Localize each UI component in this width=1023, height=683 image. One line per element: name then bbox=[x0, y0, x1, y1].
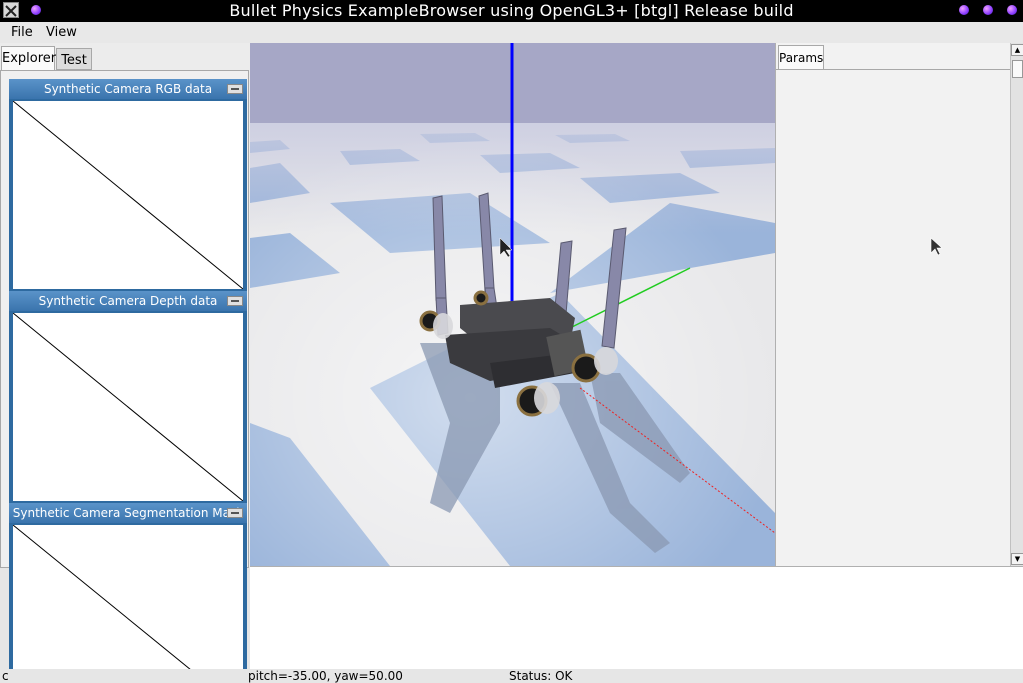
scene-render[interactable] bbox=[250, 43, 775, 566]
3d-viewport[interactable] bbox=[250, 43, 775, 566]
window-title: Bullet Physics ExampleBrowser using Open… bbox=[229, 1, 794, 20]
tab-test[interactable]: Test bbox=[56, 48, 92, 70]
status-bar: c pitch=-35.00, yaw=50.00 Status: OK bbox=[0, 669, 1023, 683]
depth-camera-title[interactable]: Synthetic Camera Depth data bbox=[9, 291, 247, 311]
status-left: c bbox=[2, 669, 9, 683]
console-area[interactable] bbox=[250, 566, 1023, 670]
status-state: Status: OK bbox=[509, 669, 573, 683]
minimize-icon[interactable] bbox=[227, 84, 243, 94]
mouse-cursor-icon bbox=[930, 237, 943, 256]
purple-dot-icon[interactable] bbox=[1007, 5, 1017, 15]
params-panel: Params ▲ ▼ bbox=[775, 43, 1023, 567]
rgb-camera-panel: Synthetic Camera RGB data bbox=[9, 79, 247, 291]
tab-explorer[interactable]: Explorer bbox=[1, 46, 56, 70]
params-scrollbar[interactable]: ▲ ▼ bbox=[1010, 43, 1023, 566]
tab-params[interactable]: Params bbox=[778, 45, 824, 69]
segmentation-camera-title[interactable]: Synthetic Camera Segmentation Mask bbox=[9, 503, 247, 523]
segmentation-camera-canvas bbox=[13, 525, 243, 683]
scroll-down-icon[interactable]: ▼ bbox=[1011, 553, 1023, 565]
status-camera: pitch=-35.00, yaw=50.00 bbox=[248, 669, 403, 683]
menu-view[interactable]: View bbox=[46, 25, 77, 40]
rgb-camera-canvas bbox=[13, 101, 243, 289]
menu-bar: File View bbox=[0, 22, 1023, 44]
menu-file[interactable]: File bbox=[11, 25, 33, 40]
purple-dot-icon[interactable] bbox=[959, 5, 969, 15]
rgb-camera-title[interactable]: Synthetic Camera RGB data bbox=[9, 79, 247, 99]
title-bar: Bullet Physics ExampleBrowser using Open… bbox=[0, 0, 1023, 22]
minimize-icon[interactable] bbox=[227, 296, 243, 306]
scroll-thumb[interactable] bbox=[1012, 60, 1023, 78]
purple-dot-icon[interactable] bbox=[983, 5, 993, 15]
minimize-icon[interactable] bbox=[227, 508, 243, 518]
segmentation-camera-panel: Synthetic Camera Segmentation Mask bbox=[9, 503, 247, 683]
scroll-up-icon[interactable]: ▲ bbox=[1011, 44, 1023, 56]
params-content bbox=[776, 69, 1010, 567]
depth-camera-canvas bbox=[13, 313, 243, 501]
depth-camera-panel: Synthetic Camera Depth data bbox=[9, 291, 247, 503]
